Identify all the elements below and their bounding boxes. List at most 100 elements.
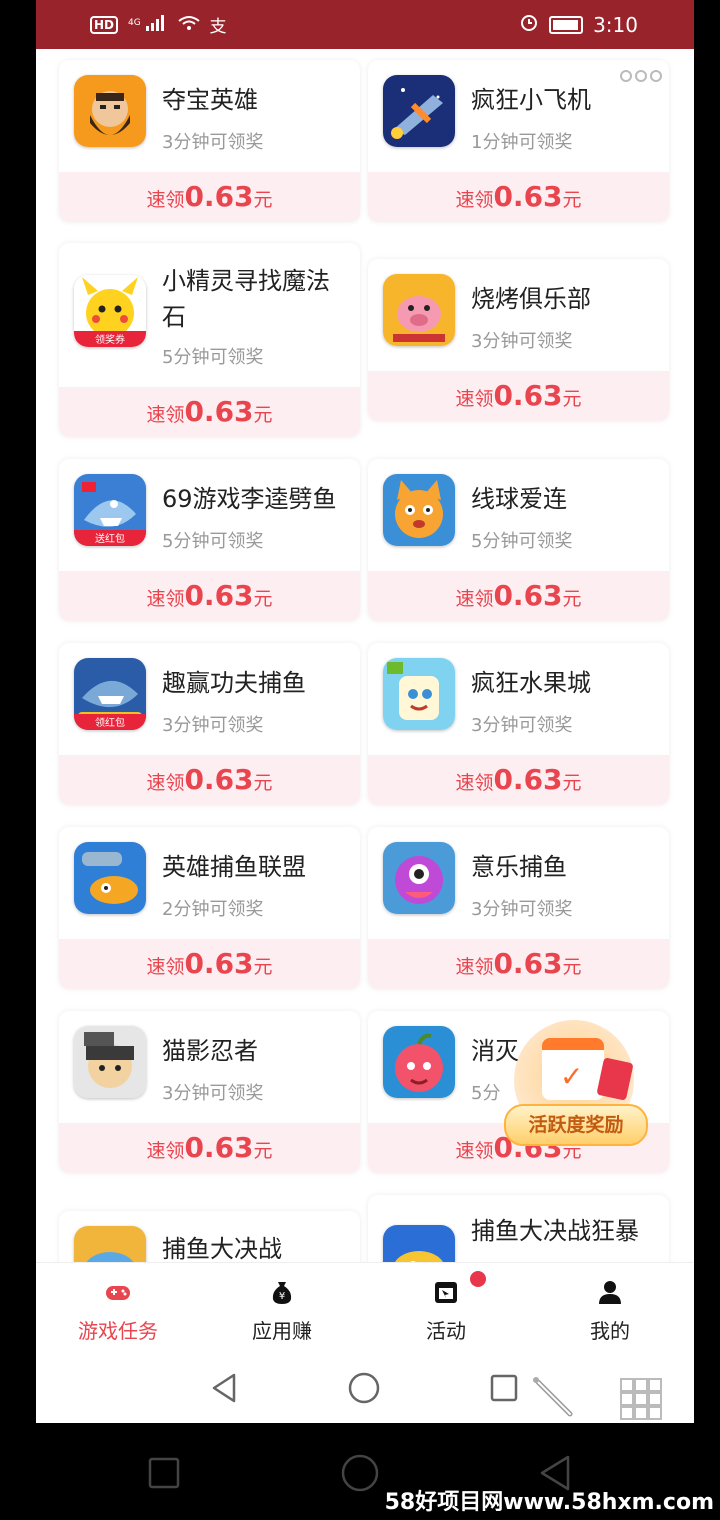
- app-screen: HD 4G 支 3:10 夺宝英雄 3分钟可领奖 速领0.63元 疯狂小飞机 1分钟可领…: [36, 0, 694, 1423]
- shark-icon: 送红包: [74, 474, 146, 546]
- reward-amount: 0.63: [184, 395, 254, 428]
- reward-prefix: 速领: [146, 1140, 185, 1162]
- status-bar: HD 4G 支 3:10: [36, 0, 694, 49]
- tab-game-tasks[interactable]: 游戏任务: [36, 1263, 200, 1353]
- reward-time-hint: 1分钟可领奖: [471, 132, 573, 153]
- person-icon: [599, 1281, 621, 1304]
- cannon-fish-icon: [74, 842, 146, 914]
- orange-cat-icon: [383, 474, 455, 546]
- game-task-card[interactable]: 线球爱连 5分钟可领奖速领0.63元: [368, 459, 669, 621]
- reward-prefix: 速领: [146, 189, 185, 211]
- activity-reward-badge[interactable]: 活跃度奖励: [504, 1020, 654, 1150]
- claim-reward-button[interactable]: 速领0.63元: [59, 939, 360, 989]
- game-task-card[interactable]: 英雄捕鱼联盟 2分钟可领奖 速领0.63元: [59, 827, 360, 989]
- battery-icon: [549, 15, 584, 34]
- claim-reward-button[interactable]: 速领0.63元: [59, 1123, 360, 1173]
- reward-prefix: 速领: [455, 772, 494, 794]
- fish-shark-icon: 领红包: [74, 658, 146, 730]
- claim-reward-button[interactable]: 速领0.63元: [368, 755, 669, 805]
- reward-unit: 元: [253, 588, 273, 610]
- game-title: 猫影忍者: [162, 1037, 258, 1065]
- reward-unit: 元: [253, 404, 273, 426]
- calendar-check-icon: [542, 1038, 604, 1100]
- game-title: 捕鱼大决战狂暴: [471, 1217, 639, 1245]
- reward-prefix: 速领: [146, 588, 185, 610]
- game-task-card[interactable]: 猫影忍者 3分钟可领奖速领0.63元: [59, 1011, 360, 1173]
- reward-amount: 0.63: [184, 763, 254, 796]
- game-title: 英雄捕鱼联盟: [162, 853, 306, 881]
- more-options-icon[interactable]: [620, 70, 662, 82]
- reward-time-hint: 3分钟可领奖: [471, 715, 573, 736]
- tab-activities[interactable]: 活动: [364, 1263, 528, 1353]
- magic-wand-icon[interactable]: [530, 1374, 576, 1420]
- svg-text:送红包: 送红包: [95, 532, 125, 545]
- game-title: 线球爱连: [471, 485, 567, 513]
- reward-time-hint: 5分钟可领奖: [471, 531, 573, 552]
- game-task-card[interactable]: 烧烤俱乐部 3分钟可领奖速领0.63元: [368, 259, 669, 421]
- reward-prefix: 速领: [455, 388, 494, 410]
- game-title: 趣赢功夫捕鱼: [162, 669, 306, 697]
- game-title: 疯狂水果城: [471, 669, 591, 697]
- reward-time-hint: 3分钟可领奖: [162, 715, 264, 736]
- game-title: 疯狂小飞机: [471, 86, 591, 114]
- game-task-card[interactable]: 送红包 69游戏李逵劈鱼 5分钟可领奖速领0.63元: [59, 459, 360, 621]
- recents-icon[interactable]: [490, 1374, 518, 1402]
- back-icon[interactable]: [210, 1372, 238, 1404]
- bearded-hero-icon: [74, 75, 146, 147]
- reward-unit: 元: [253, 956, 273, 978]
- reward-amount: 0.63: [184, 947, 254, 980]
- signal-icon: 4G: [128, 14, 167, 35]
- game-task-card[interactable]: 意乐捕鱼 3分钟可领奖速领0.63元: [368, 827, 669, 989]
- grid-menu-icon[interactable]: [620, 1378, 662, 1420]
- reward-time-hint: 3分钟可领奖: [162, 1083, 264, 1104]
- game-title: 夺宝英雄: [162, 86, 258, 114]
- activity-reward-label: 活跃度奖励: [504, 1104, 648, 1146]
- reward-amount: 0.63: [184, 579, 254, 612]
- claim-reward-button[interactable]: 速领0.63元: [368, 371, 669, 421]
- pikachu-icon: 领奖券: [74, 275, 146, 347]
- home-icon[interactable]: [348, 1372, 380, 1404]
- game-task-card[interactable]: 领红包 趣赢功夫捕鱼 3分钟可领奖速领0.63元: [59, 643, 360, 805]
- reward-prefix: 速领: [146, 772, 185, 794]
- reward-amount: 0.63: [493, 180, 563, 213]
- svg-text:¥: ¥: [279, 1291, 285, 1302]
- fighter-plane-icon: [383, 75, 455, 147]
- reward-time-hint: 3分钟可领奖: [471, 331, 573, 352]
- game-task-card[interactable]: 疯狂小飞机 1分钟可领奖速领0.63元: [368, 60, 669, 222]
- reward-amount: 0.63: [493, 763, 563, 796]
- claim-reward-button[interactable]: 速领0.63元: [59, 571, 360, 621]
- game-task-card[interactable]: 夺宝英雄 3分钟可领奖 速领0.63元: [59, 60, 360, 222]
- device-recents-icon[interactable]: [148, 1457, 180, 1489]
- red-apple-icon: [383, 1026, 455, 1098]
- tab-app-earn[interactable]: ¥ 应用赚: [200, 1263, 364, 1353]
- reward-time-hint: 5分: [471, 1083, 501, 1104]
- game-title: 烧烤俱乐部: [471, 285, 591, 313]
- claim-reward-button[interactable]: 速领0.63元: [59, 755, 360, 805]
- reward-time-hint: 3分钟可领奖: [471, 899, 573, 920]
- reward-amount: 0.63: [184, 1131, 254, 1164]
- reward-prefix: 速领: [146, 404, 185, 426]
- system-nav-bar: [36, 1352, 694, 1423]
- claim-reward-button[interactable]: 速领0.63元: [368, 939, 669, 989]
- device-nav-bar: 58好项目网www.58hxm.com: [0, 1423, 720, 1520]
- claim-reward-button[interactable]: 速领0.63元: [59, 387, 360, 437]
- reward-prefix: 速领: [455, 1140, 494, 1162]
- reward-amount: 0.63: [493, 947, 563, 980]
- tab-profile[interactable]: 我的: [528, 1263, 692, 1353]
- game-task-card[interactable]: 疯狂水果城 3分钟可领奖速领0.63元: [368, 643, 669, 805]
- reward-prefix: 速领: [455, 956, 494, 978]
- watermark-text: 58好项目网www.58hxm.com: [384, 1490, 714, 1515]
- reward-prefix: 速领: [455, 588, 494, 610]
- reward-amount: 0.63: [493, 379, 563, 412]
- claim-reward-button[interactable]: 速领0.63元: [368, 571, 669, 621]
- game-task-card[interactable]: 领奖券 小精灵寻找魔法石 5分钟可领奖 速领0.63元: [59, 243, 360, 437]
- gamepad-icon: [106, 1286, 130, 1300]
- reward-unit: 元: [253, 1140, 273, 1162]
- game-title: 意乐捕鱼: [471, 853, 567, 881]
- claim-reward-button[interactable]: 速领0.63元: [368, 172, 669, 222]
- claim-reward-button[interactable]: 速领0.63元: [59, 172, 360, 222]
- reward-unit: 元: [562, 772, 582, 794]
- device-home-icon[interactable]: [340, 1453, 380, 1493]
- reward-time-hint: 5分钟可领奖: [162, 531, 264, 552]
- game-title: 69游戏李逵劈鱼: [162, 485, 337, 513]
